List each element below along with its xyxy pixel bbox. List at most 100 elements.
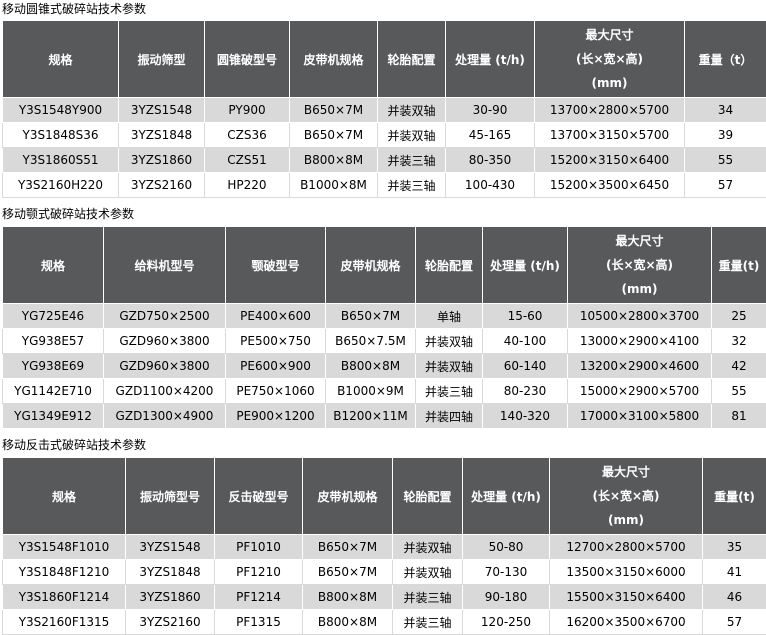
table-cell: 15200×3150×6400 [535, 148, 685, 173]
header-line: (mm) [568, 277, 711, 301]
table-cell: 90-180 [463, 585, 550, 610]
table-cell: HP220 [205, 173, 290, 198]
table-cell: 55 [712, 379, 766, 404]
table-row: YG725E46 GZD750×2500 PE400×600 B650×7M 单… [3, 304, 766, 329]
col-header: 规格 [3, 21, 119, 98]
table-cell: 并装三轴 [393, 610, 463, 635]
table-cell: B1000×9M [326, 379, 416, 404]
table-cell: B800×8M [303, 585, 393, 610]
table-cell: B650×7M [303, 560, 393, 585]
table-cell: GZD1300×4900 [104, 404, 226, 429]
table-cell: B650×7M [326, 304, 416, 329]
table-cell: 17000×3100×5800 [568, 404, 712, 429]
table-cell: PF1315 [215, 610, 303, 635]
table-cell: 42 [712, 354, 766, 379]
col-header: 重量(t) [712, 227, 766, 304]
table-cell: 3YZS1860 [119, 148, 205, 173]
table-cell: Y3S1860S51 [3, 148, 119, 173]
col-header-max-size: 最大尺寸 (长×宽×高) (mm) [568, 227, 712, 304]
table-cell: 41 [703, 560, 766, 585]
table-cell: 3YZS1860 [126, 585, 215, 610]
table-row: Y3S1548Y900 3YZS1548 PY900 B650×7M 并装双轴 … [3, 98, 766, 123]
table-cell: PE900×1200 [226, 404, 326, 429]
header-line: 最大尺寸 [550, 460, 702, 484]
header-line: (长×宽×高) [550, 484, 702, 508]
table-cell: Y3S1548Y900 [3, 98, 119, 123]
table-cell: PF1214 [215, 585, 303, 610]
col-header: 规格 [3, 227, 104, 304]
table-cell: 并装三轴 [378, 173, 446, 198]
table-cell: 13200×2900×4600 [568, 354, 712, 379]
col-header: 轮胎配置 [378, 21, 446, 98]
table-cell: 57 [703, 610, 766, 635]
spec-table: 规格 振动筛型号 反击破型号 皮带机规格 轮胎配置 处理量 (t/h) 最大尺寸… [2, 457, 766, 635]
table-cell: 140-320 [483, 404, 568, 429]
table-cell: 100-430 [446, 173, 535, 198]
col-header: 皮带机规格 [303, 458, 393, 535]
header-line: (mm) [535, 71, 684, 95]
table-cell: GZD960×3800 [104, 329, 226, 354]
table-cell: YG938E57 [3, 329, 104, 354]
table-row: Y3S2160F1315 3YZS2160 PF1315 B800×8M 并装三… [3, 610, 766, 635]
table-cell: 3YZS1848 [119, 123, 205, 148]
table-cell: 3YZS2160 [126, 610, 215, 635]
col-header: 给料机型号 [104, 227, 226, 304]
table-row: YG1142E710 GZD1100×4200 PE750×1060 B1000… [3, 379, 766, 404]
section-title: 移动圆锥式破碎站技术参数 [2, 1, 146, 17]
section-title: 移动反击式破碎站技术参数 [2, 437, 146, 453]
spec-table: 规格 振动筛型 圆锥破型号 皮带机规格 轮胎配置 处理量 (t/h) 最大尺寸 … [2, 20, 766, 198]
table-cell: B1000×8M [290, 173, 378, 198]
table-cell: 12700×2800×5700 [550, 535, 703, 560]
table-cell: 57 [685, 173, 766, 198]
col-header: 轮胎配置 [393, 458, 463, 535]
table-cell: 15000×2900×5700 [568, 379, 712, 404]
table-row: Y3S1848S36 3YZS1848 CZS36 B650×7M 并装双轴 4… [3, 123, 766, 148]
table-cell: GZD960×3800 [104, 354, 226, 379]
col-header: 处理量 (t/h) [483, 227, 568, 304]
table-cell: 并装双轴 [416, 354, 483, 379]
table-cell: Y3S1848S36 [3, 123, 119, 148]
table-cell: PE400×600 [226, 304, 326, 329]
table-cell: 40-100 [483, 329, 568, 354]
table-row: YG1349E912 GZD1300×4900 PE900×1200 B1200… [3, 404, 766, 429]
table-cell: PE500×750 [226, 329, 326, 354]
table-cell: Y3S1860F1214 [3, 585, 126, 610]
col-header: 圆锥破型号 [205, 21, 290, 98]
table-cell: PF1010 [215, 535, 303, 560]
header-line: (mm) [550, 508, 702, 532]
col-header-max-size: 最大尺寸 (长×宽×高) (mm) [550, 458, 703, 535]
table-cell: 3YZS1848 [126, 560, 215, 585]
table-cell: Y3S2160F1315 [3, 610, 126, 635]
table-cell: 80-350 [446, 148, 535, 173]
table-cell: 3YZS1548 [119, 98, 205, 123]
table-cell: YG1142E710 [3, 379, 104, 404]
col-header: 规格 [3, 458, 126, 535]
table-cell: 70-130 [463, 560, 550, 585]
table-cell: 60-140 [483, 354, 568, 379]
table-cell: 13500×3150×6000 [550, 560, 703, 585]
header-line: 最大尺寸 [568, 229, 711, 253]
table-cell: 32 [712, 329, 766, 354]
table-cell: B650×7M [290, 98, 378, 123]
table-cell: GZD1100×4200 [104, 379, 226, 404]
table-cell: 25 [712, 304, 766, 329]
col-header: 振动筛型号 [126, 458, 215, 535]
table-cell: 35 [703, 535, 766, 560]
table-cell: 单轴 [416, 304, 483, 329]
table-cell: 13700×2800×5700 [535, 98, 685, 123]
table-cell: 34 [685, 98, 766, 123]
col-header: 轮胎配置 [416, 227, 483, 304]
table-cell: 并装三轴 [416, 379, 483, 404]
header-line: (长×宽×高) [535, 47, 684, 71]
col-header: 处理量 (t/h) [446, 21, 535, 98]
section-title: 移动颚式破碎站技术参数 [2, 206, 134, 222]
table-cell: 并装双轴 [416, 329, 483, 354]
table-cell: Y3S1548F1010 [3, 535, 126, 560]
table-cell: 并装三轴 [393, 585, 463, 610]
table-cell: CZS51 [205, 148, 290, 173]
table-cell: PY900 [205, 98, 290, 123]
spec-table: 规格 给料机型号 颚破型号 皮带机规格 轮胎配置 处理量 (t/h) 最大尺寸 … [2, 226, 766, 429]
col-header: 皮带机规格 [326, 227, 416, 304]
table-row: YG938E57 GZD960×3800 PE500×750 B650×7.5M… [3, 329, 766, 354]
table-cell: 并装三轴 [378, 148, 446, 173]
